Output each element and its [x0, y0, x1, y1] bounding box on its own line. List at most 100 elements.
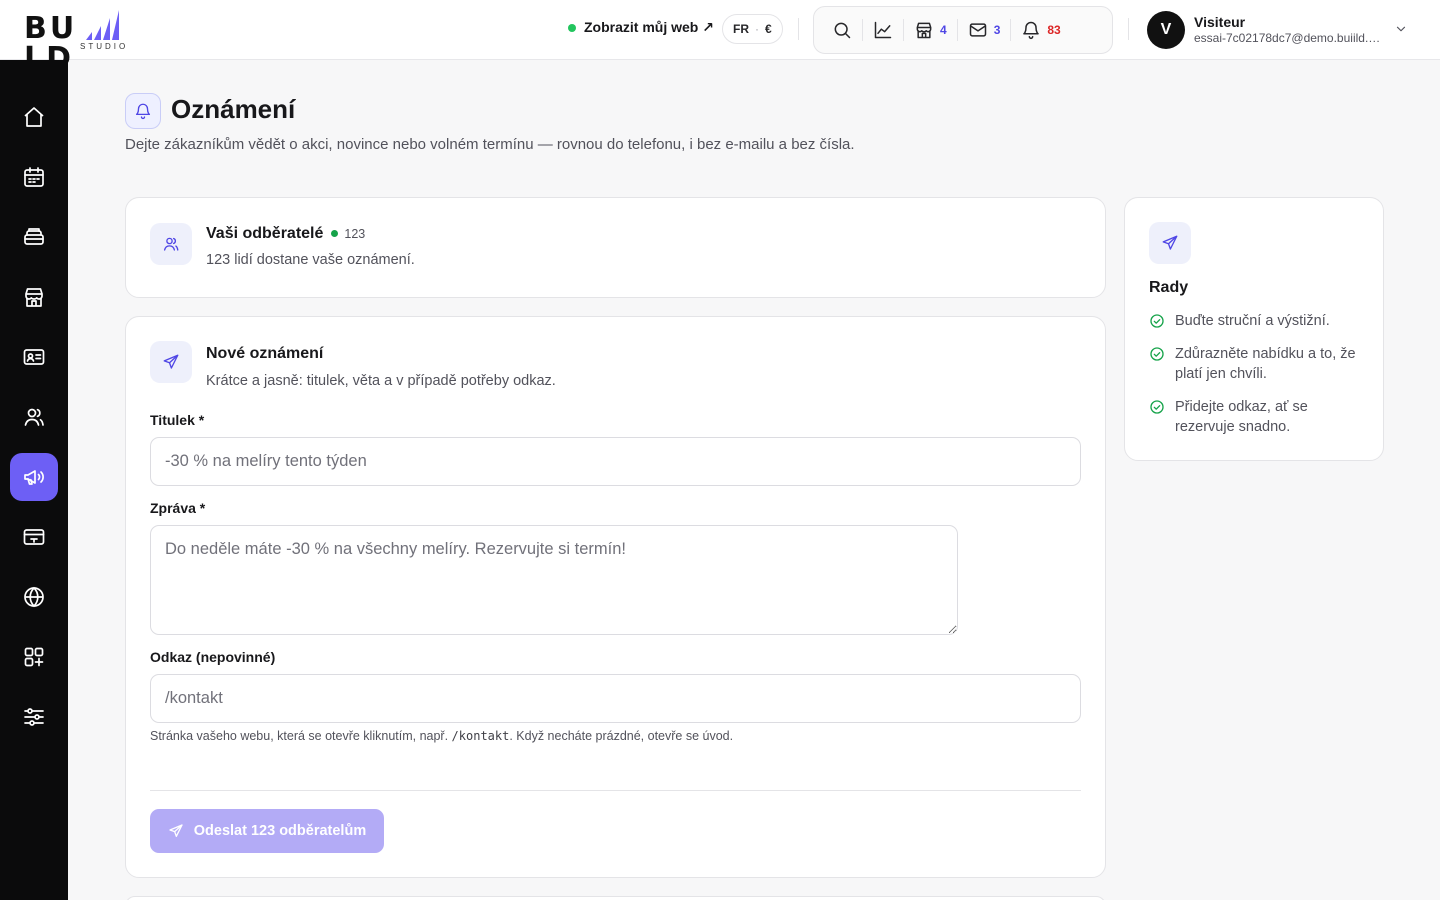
divider — [1128, 18, 1129, 40]
subscribers-card: Vaši odběratelé 123 123 lidí dostane vaše… — [125, 197, 1106, 298]
title-input[interactable] — [150, 437, 1081, 486]
sidebar-item-announcements[interactable] — [10, 453, 58, 501]
subscribers-subtitle: 123 lidí dostane vaše oznámení. — [206, 252, 415, 268]
link-help-text: Stránka vašeho webu, která se otevře kli… — [150, 726, 750, 747]
search-icon — [834, 22, 851, 39]
notifications-count-badge: 83 — [1047, 23, 1061, 37]
divider — [956, 19, 958, 41]
sidebar-item-website[interactable] — [10, 573, 58, 621]
store-count-badge: 4 — [940, 23, 947, 37]
send-announcement-button[interactable]: Odeslat 123 odběratelům — [150, 809, 384, 853]
settings-sliders-icon — [24, 708, 44, 726]
subscribers-card-icon — [150, 223, 192, 265]
link-help-text-start: Stránka vašeho webu, která se otevře kli… — [150, 729, 452, 743]
page-icon — [125, 93, 161, 129]
search-button[interactable] — [824, 15, 860, 45]
tips-title: Rady — [1149, 279, 1189, 296]
next-card — [125, 896, 1106, 900]
store-button[interactable]: 4 — [906, 15, 955, 45]
link-input[interactable] — [150, 674, 1081, 723]
view-site-link[interactable]: Zobrazit můj web ↗ — [568, 19, 714, 36]
composer-card-icon — [150, 341, 192, 383]
store-icon — [916, 22, 932, 39]
bell-icon — [135, 103, 151, 120]
sidebar-item-customers[interactable] — [10, 393, 58, 441]
bell-icon — [1023, 21, 1040, 40]
logo-subtitle: STUDIO — [80, 42, 129, 51]
check-circle-icon — [1150, 400, 1164, 414]
check-circle-icon — [1150, 314, 1164, 328]
sidebar-item-services[interactable] — [10, 213, 58, 261]
top-bar: BULD STUDIO Zobrazit můj web ↗ FR · € 4 — [0, 0, 1440, 74]
sidebar-item-apps[interactable] — [10, 633, 58, 681]
mail-icon — [969, 23, 986, 37]
divider — [862, 19, 863, 41]
composer-subtitle: Krátce a jasně: titulek, věta a v případ… — [206, 373, 556, 389]
user-menu[interactable]: V Visiteur essai-7c02178dc7@demo.buiild.… — [1147, 11, 1384, 49]
sidebar-item-store[interactable] — [10, 273, 58, 321]
language-code: FR — [733, 22, 749, 36]
tips-card: Rady Buďte struční a výstižní. Zdůraznět… — [1124, 197, 1384, 461]
message-textarea[interactable] — [150, 525, 958, 635]
sidebar-item-home[interactable] — [10, 93, 58, 141]
notifications-button[interactable]: 83 — [1013, 15, 1068, 45]
chevron-down-icon[interactable] — [1394, 22, 1408, 36]
status-dot — [331, 230, 339, 238]
online-status-dot — [568, 23, 576, 32]
sidebar-item-payments[interactable] — [10, 513, 58, 561]
divider — [798, 18, 799, 40]
subscribers-count-badge: 123 — [331, 227, 365, 241]
messages-button[interactable]: 3 — [960, 15, 1009, 45]
globe-icon — [24, 586, 44, 608]
tip-item: Přidejte odkaz, ať se rezervuje snadno. — [1149, 397, 1369, 437]
avatar: V — [1147, 11, 1185, 49]
subscribers-title: Vaši odběratelé — [206, 225, 324, 242]
messages-count-badge: 3 — [993, 23, 1001, 37]
tip-item: Buďte struční a výstižní. — [1149, 311, 1369, 331]
tip-text: Zdůrazněte nabídku a to, že platí jen ch… — [1175, 346, 1356, 382]
link-help-code: /kontakt — [451, 729, 510, 743]
page-title: Oznámení — [171, 94, 296, 124]
sidebar — [0, 60, 68, 900]
language-currency-switcher[interactable]: FR · € — [722, 14, 783, 44]
send-button-label: Odeslat 123 odběratelům — [193, 823, 367, 839]
sidebar-item-calendar[interactable] — [10, 153, 58, 201]
divider — [903, 19, 904, 41]
sidebar-item-settings[interactable] — [10, 693, 58, 741]
tip-item: Zdůrazněte nabídku a to, že platí jen ch… — [1149, 344, 1369, 384]
megaphone-icon — [24, 470, 44, 485]
divider — [1010, 19, 1012, 41]
statistics-button[interactable] — [865, 15, 901, 45]
subscribers-count: 123 — [344, 226, 366, 241]
divider — [150, 790, 1081, 791]
sidebar-item-contacts[interactable] — [10, 333, 58, 381]
currency-symbol: € — [765, 22, 772, 36]
title-field-label: Titulek * — [150, 412, 205, 428]
chart-icon — [874, 21, 892, 39]
tip-text: Přidejte odkaz, ať se rezervuje snadno. — [1175, 399, 1308, 435]
view-site-label: Zobrazit můj web ↗ — [584, 19, 714, 35]
composer-title: Nové oznámení — [206, 345, 324, 362]
users-icon — [24, 408, 44, 426]
contact-card-icon — [23, 349, 45, 365]
tip-text: Buďte struční a výstižní. — [1175, 313, 1330, 329]
users-icon — [163, 237, 179, 251]
apps-icon — [24, 647, 44, 667]
quick-actions-toolbar: 4 3 83 — [813, 6, 1113, 54]
send-icon — [1162, 235, 1178, 250]
calendar-icon — [24, 167, 44, 187]
page-description: Dejte zákazníkům vědět o akci, novince n… — [125, 136, 855, 153]
send-icon — [169, 824, 183, 837]
payment-icon — [23, 529, 45, 545]
store-icon — [25, 288, 43, 307]
separator-dot: · — [755, 22, 759, 36]
home-icon — [24, 107, 44, 127]
send-icon — [163, 354, 179, 369]
logo-bars-icon — [86, 10, 119, 40]
logo[interactable]: BULD STUDIO — [24, 8, 184, 74]
user-email: essai-7c02178dc7@demo.buiild.studio — [1194, 31, 1384, 45]
link-field-label: Odkaz (nepovinné) — [150, 649, 276, 665]
message-field-label: Zpráva * — [150, 500, 206, 516]
services-icon — [24, 228, 44, 245]
user-name: Visiteur — [1194, 14, 1246, 30]
